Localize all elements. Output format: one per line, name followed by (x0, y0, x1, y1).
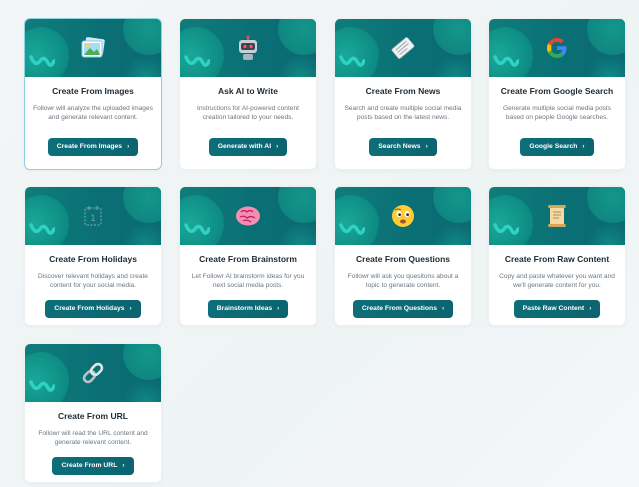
card-create-from-news[interactable]: Create From News Search and create multi… (334, 18, 472, 170)
card-create-from-raw-content[interactable]: Create From Raw Content Copy and paste w… (488, 186, 626, 326)
chevron-right-icon: › (127, 143, 130, 150)
chevron-right-icon: › (589, 305, 592, 312)
card-description: Copy and paste whatever you want and we'… (499, 273, 615, 289)
robot-icon (233, 33, 263, 63)
card-description: Followr will analyze the uploaded images… (33, 105, 153, 121)
button-label: Create From URL (61, 462, 118, 469)
svg-text:1: 1 (90, 213, 95, 223)
wave-icon (184, 55, 210, 67)
chevron-right-icon: › (276, 143, 279, 150)
card-banner (180, 187, 316, 245)
card-description: Search and create multiple social media … (344, 105, 462, 121)
button-label: Paste Raw Content (522, 305, 585, 312)
button-label: Search News (378, 143, 421, 150)
card-banner (25, 344, 161, 402)
button-label: Create From Holidays (54, 305, 125, 312)
calendar-icon: 1 (78, 201, 108, 231)
newspaper-icon (388, 33, 418, 63)
card-title: Create From URL (58, 411, 128, 421)
wave-icon (29, 380, 55, 392)
scroll-icon (542, 201, 572, 231)
thinking-face-icon (388, 201, 418, 231)
card-create-from-google-search[interactable]: Create From Google Search Generate multi… (488, 18, 626, 170)
wave-icon (184, 223, 210, 235)
create-from-holidays-button[interactable]: Create From Holidays › (45, 300, 141, 318)
chevron-right-icon: › (425, 143, 428, 150)
card-description: Generate multiple social media posts bas… (502, 105, 612, 121)
paste-raw-content-button[interactable]: Paste Raw Content › (513, 300, 601, 318)
brain-icon (233, 201, 263, 231)
create-from-questions-button[interactable]: Create From Questions › (352, 300, 454, 318)
chevron-right-icon: › (277, 305, 280, 312)
card-description: Discover relevant holidays and create co… (38, 273, 148, 289)
wave-icon (339, 223, 365, 235)
card-ask-ai-to-write[interactable]: Ask AI to Write Instructions for AI-powe… (179, 18, 317, 170)
card-banner (335, 187, 471, 245)
card-banner (489, 19, 625, 77)
chevron-right-icon: › (129, 305, 132, 312)
card-title: Create From Raw Content (504, 254, 610, 264)
brainstorm-ideas-button[interactable]: Brainstorm Ideas › (207, 300, 289, 318)
card-title: Ask AI to Write (218, 86, 278, 96)
card-create-from-url[interactable]: Create From URL Followr will read the UR… (24, 343, 162, 483)
card-title: Create From Brainstorm (199, 254, 297, 264)
generate-with-ai-button[interactable]: Generate with AI › (208, 138, 288, 156)
button-label: Generate with AI (217, 143, 272, 150)
card-banner (180, 19, 316, 77)
wave-icon (339, 55, 365, 67)
card-banner (489, 187, 625, 245)
create-from-images-button[interactable]: Create From Images › (47, 138, 139, 156)
card-create-from-brainstorm[interactable]: Create From Brainstorm Let Followr AI br… (179, 186, 317, 326)
wave-icon (493, 223, 519, 235)
card-title: Create From Questions (356, 254, 450, 264)
card-banner (335, 19, 471, 77)
card-title: Create From News (365, 86, 441, 96)
wave-icon (29, 223, 55, 235)
card-banner (25, 19, 161, 77)
search-news-button[interactable]: Search News › (369, 138, 437, 156)
button-label: Create From Images (56, 143, 123, 150)
card-description: Followr will ask you quesitons about a t… (347, 273, 459, 289)
wave-icon (29, 55, 55, 67)
card-create-from-holidays[interactable]: 1 Create From Holidays Discover relevant… (24, 186, 162, 326)
card-description: Instructions for AI-powered content crea… (197, 105, 299, 121)
create-from-url-button[interactable]: Create From URL › (52, 457, 134, 475)
wave-icon (493, 55, 519, 67)
google-search-button[interactable]: Google Search › (520, 138, 594, 156)
card-banner: 1 (25, 187, 161, 245)
button-label: Create From Questions (361, 305, 437, 312)
chevron-right-icon: › (582, 143, 585, 150)
card-title: Create From Images (52, 86, 134, 96)
chevron-right-icon: › (122, 462, 125, 469)
card-create-from-questions[interactable]: Create From Questions Followr will ask y… (334, 186, 472, 326)
card-title: Create From Google Search (500, 86, 614, 96)
button-label: Brainstorm Ideas (216, 305, 273, 312)
image-icon (78, 33, 108, 63)
button-label: Google Search (529, 143, 578, 150)
card-description: Let Followr AI brainstorm ideas for you … (191, 273, 305, 289)
card-description: Followr will read the URL content and ge… (38, 430, 148, 446)
chevron-right-icon: › (442, 305, 445, 312)
google-icon (542, 33, 572, 63)
card-title: Create From Holidays (49, 254, 137, 264)
card-create-from-images[interactable]: Create From Images Followr will analyze … (24, 18, 162, 170)
link-icon (78, 358, 108, 388)
